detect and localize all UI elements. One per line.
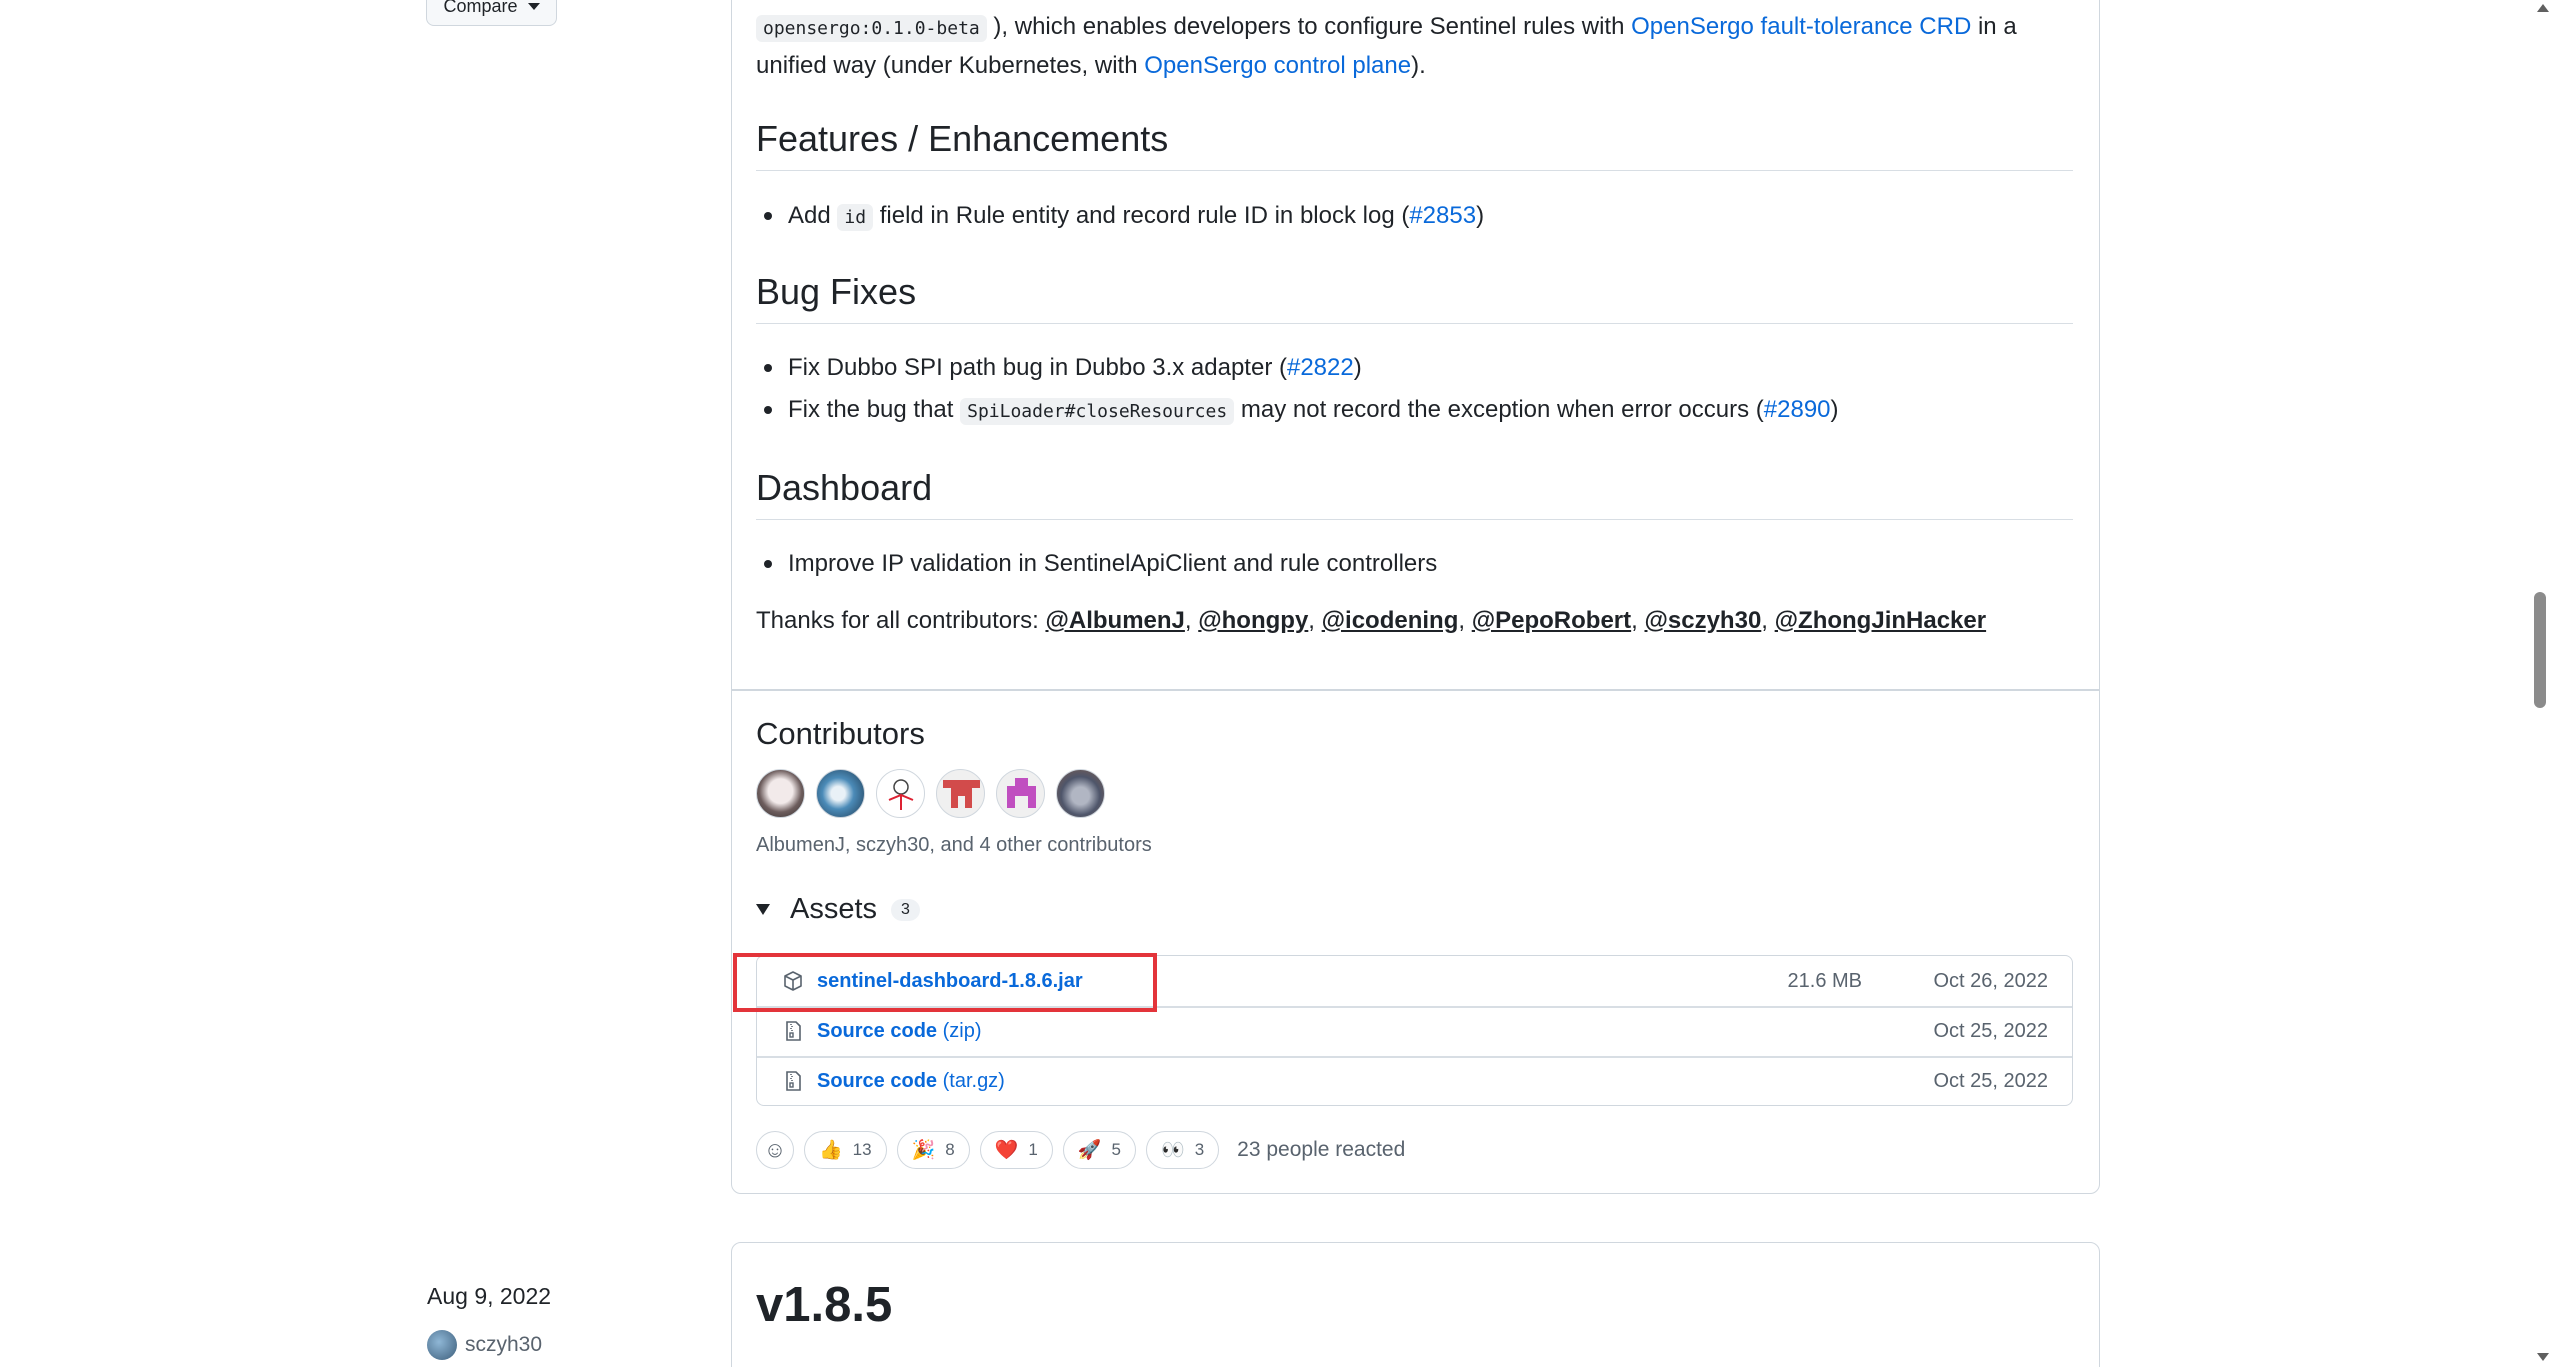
compare-button[interactable]: Compare: [426, 0, 557, 26]
list-item: Improve IP validation in SentinelApiClie…: [763, 543, 1437, 585]
author-name[interactable]: sczyh30: [465, 1333, 542, 1357]
link-issue-2890[interactable]: #2890: [1764, 396, 1831, 423]
reaction-thumbs-up[interactable]: 👍 13: [804, 1131, 887, 1169]
contributor-link[interactable]: @sczyh30: [1644, 607, 1761, 634]
assets-count: 3: [891, 898, 920, 921]
asset-row[interactable]: Source code (zip) Oct 25, 2022: [757, 1006, 2072, 1056]
avatar[interactable]: [816, 769, 865, 818]
bugfix-heading: Bug Fixes: [756, 271, 2073, 324]
asset-link[interactable]: Source code (tar.gz): [817, 1070, 1005, 1093]
contributor-link[interactable]: @hongpy: [1198, 607, 1308, 634]
compare-label: Compare: [443, 0, 518, 16]
dashboard-list: Improve IP validation in SentinelApiClie…: [763, 543, 1437, 585]
list-item: Fix Dubbo SPI path bug in Dubbo 3.x adap…: [764, 347, 1839, 389]
reaction-hooray[interactable]: 🎉 8: [896, 1131, 970, 1169]
avatar[interactable]: [996, 769, 1045, 818]
asset-size: 21.6 MB: [1787, 969, 1862, 992]
reaction-heart[interactable]: ❤️ 1: [979, 1131, 1053, 1169]
highlight-box: [733, 953, 1157, 1012]
asset-link[interactable]: Source code (zip): [817, 1020, 982, 1043]
file-zip-icon: [786, 1071, 801, 1091]
release-intro: opensergo:0.1.0-beta ), which enables de…: [756, 13, 2017, 79]
author-avatar[interactable]: [427, 1330, 457, 1360]
features-heading: Features / Enhancements: [756, 118, 2073, 171]
asset-row[interactable]: Source code (tar.gz) Oct 25, 2022: [757, 1056, 2072, 1106]
scroll-down-icon[interactable]: [2537, 1353, 2549, 1361]
inline-code: SpiLoader#closeResources: [960, 398, 1235, 425]
contributors-title: Contributors: [756, 716, 925, 751]
smiley-icon: ☺: [763, 1137, 787, 1162]
section-divider: [732, 689, 2099, 691]
contributor-link[interactable]: @PepoRobert: [1472, 607, 1631, 634]
contributor-avatars: [756, 769, 1105, 818]
reactions-bar: ☺ 👍 13 🎉 8 ❤️ 1 🚀 5 👀 3 23 people reacte…: [756, 1131, 1405, 1169]
avatar[interactable]: [756, 769, 805, 818]
release-author[interactable]: sczyh30: [427, 1330, 542, 1360]
asset-date: Oct 26, 2022: [1933, 969, 2048, 992]
reaction-rocket[interactable]: 🚀 5: [1062, 1131, 1137, 1169]
bugfix-list: Fix Dubbo SPI path bug in Dubbo 3.x adap…: [764, 347, 1839, 433]
scroll-up-icon[interactable]: [2537, 4, 2549, 12]
assets-title: Assets: [790, 893, 878, 925]
link-opensergo-crd[interactable]: OpenSergo fault-tolerance CRD: [1631, 13, 1971, 40]
release-date: Aug 9, 2022: [427, 1283, 552, 1309]
triangle-down-icon: [756, 904, 770, 915]
reactions-summary: 23 people reacted: [1237, 1138, 1406, 1161]
asset-date: Oct 25, 2022: [1933, 1019, 2048, 1042]
contributor-link[interactable]: @AlbumenJ: [1045, 607, 1184, 634]
contributor-link[interactable]: @ZhongJinHacker: [1775, 607, 1986, 634]
thanks-line: Thanks for all contributors: @AlbumenJ, …: [756, 607, 1987, 634]
avatar[interactable]: [876, 769, 925, 818]
asset-date: Oct 25, 2022: [1933, 1069, 2048, 1092]
list-item: Fix the bug that SpiLoader#closeResource…: [764, 389, 1839, 433]
file-zip-icon: [786, 1021, 801, 1041]
inline-code: id: [837, 204, 874, 231]
dashboard-heading: Dashboard: [756, 467, 2073, 520]
features-list: Add id field in Rule entity and record r…: [763, 195, 1484, 239]
next-release-card: [731, 1242, 2100, 1367]
contributor-link[interactable]: @icodening: [1322, 607, 1459, 634]
scrollbar-thumb[interactable]: [2534, 592, 2546, 708]
contributors-summary: AlbumenJ, sczyh30, and 4 other contribut…: [756, 834, 1152, 856]
link-issue-2822[interactable]: #2822: [1287, 354, 1354, 381]
reaction-eyes[interactable]: 👀 3: [1146, 1131, 1220, 1169]
avatar[interactable]: [1056, 769, 1105, 818]
assets-toggle[interactable]: Assets 3: [756, 893, 920, 926]
avatar[interactable]: [936, 769, 985, 818]
link-opensergo-control-plane[interactable]: OpenSergo control plane: [1144, 52, 1411, 79]
add-reaction-button[interactable]: ☺: [756, 1131, 794, 1169]
link-issue-2853[interactable]: #2853: [1409, 202, 1476, 229]
release-title[interactable]: v1.8.5: [756, 1277, 892, 1333]
caret-down-icon: [527, 2, 540, 10]
inline-code: opensergo:0.1.0-beta: [756, 15, 987, 42]
list-item: Add id field in Rule entity and record r…: [763, 195, 1484, 239]
